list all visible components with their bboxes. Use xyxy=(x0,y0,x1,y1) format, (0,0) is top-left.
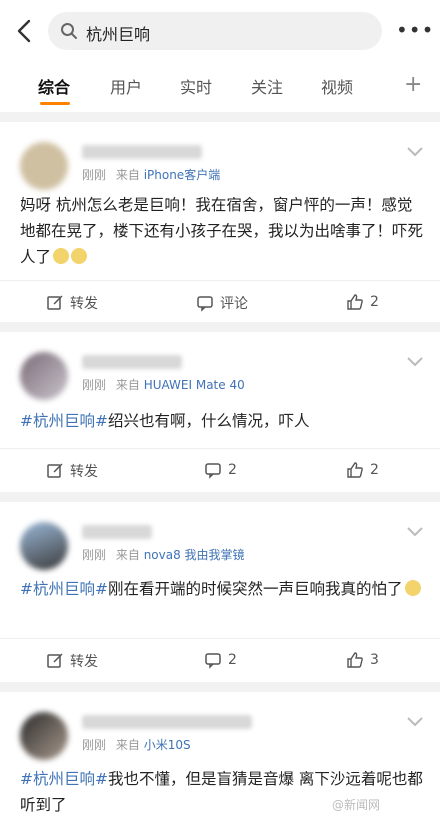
top-bar: 杭州巨响 ••• xyxy=(0,0,440,62)
username-blurred[interactable] xyxy=(82,715,252,729)
post-text: 妈呀 杭州怎么老是巨响！我在宿舍，窗户怦的一声！感觉地都在晃了，楼下还有小孩子在… xyxy=(20,196,424,266)
thumbs-up-icon xyxy=(347,294,363,310)
repost-icon xyxy=(47,463,63,478)
post-source[interactable]: iPhone客户端 xyxy=(144,168,221,182)
post-card[interactable]: 刚刚 来自 iPhone客户端 妈呀 杭州怎么老是巨响！我在宿舍，窗户怦的一声！… xyxy=(0,122,440,322)
like-button[interactable]: 2 xyxy=(346,293,379,311)
post-meta: 刚刚 来自 小米10S xyxy=(82,736,191,753)
post-from-label: 来自 xyxy=(115,168,140,182)
search-box[interactable]: 杭州巨响 xyxy=(48,12,382,50)
tab-realtime[interactable]: 实时 xyxy=(180,74,212,98)
post-from-label: 来自 xyxy=(115,548,140,562)
repost-button[interactable]: 转发 xyxy=(46,461,98,481)
post-source[interactable]: HUAWEI Mate 40 xyxy=(144,378,245,392)
comment-button[interactable]: 2 xyxy=(204,651,237,669)
comment-icon xyxy=(205,463,221,479)
like-button[interactable]: 2 xyxy=(346,461,379,479)
emoji-icon xyxy=(53,248,70,264)
watermark: @新闻网 xyxy=(332,798,381,812)
post-card[interactable]: 刚刚 来自 HUAWEI Mate 40 #杭州巨响#绍兴也有啊，什么情况，吓人… xyxy=(0,332,440,492)
post-actions: 转发 评论 2 xyxy=(0,280,440,324)
username-blurred[interactable] xyxy=(82,525,152,539)
emoji-icon xyxy=(404,580,421,596)
tab-video[interactable]: 视频 xyxy=(321,74,353,98)
chevron-down-icon[interactable] xyxy=(406,356,424,368)
comment-icon xyxy=(205,653,221,669)
post-time: 刚刚 xyxy=(82,168,107,182)
post-from-label: 来自 xyxy=(115,738,140,752)
post-meta: 刚刚 来自 nova8 我由我掌镜 xyxy=(82,546,245,563)
add-tab-icon[interactable]: + xyxy=(404,72,422,97)
username-blurred[interactable] xyxy=(82,145,202,159)
post-meta: 刚刚 来自 HUAWEI Mate 40 xyxy=(82,376,245,393)
thumbs-up-icon xyxy=(347,652,363,668)
back-arrow-icon[interactable] xyxy=(14,18,36,44)
tab-users[interactable]: 用户 xyxy=(110,74,142,98)
thumbs-up-icon xyxy=(347,462,363,478)
avatar[interactable] xyxy=(20,522,68,570)
tab-following[interactable]: 关注 xyxy=(251,74,283,98)
repost-icon xyxy=(47,295,63,310)
post-from-label: 来自 xyxy=(115,378,140,392)
active-tab-indicator xyxy=(40,102,70,105)
more-options-icon[interactable]: ••• xyxy=(396,20,433,40)
post-source[interactable]: nova8 我由我掌镜 xyxy=(144,548,245,562)
repost-button[interactable]: 转发 xyxy=(46,651,98,671)
post-source[interactable]: 小米10S xyxy=(144,738,191,752)
avatar[interactable] xyxy=(20,142,68,190)
hashtag-link[interactable]: #杭州巨响# xyxy=(20,412,108,430)
tab-bar: 综合 用户 实时 关注 视频 + xyxy=(0,62,440,112)
avatar[interactable] xyxy=(20,712,68,760)
search-query: 杭州巨响 xyxy=(86,25,151,44)
repost-button[interactable]: 转发 xyxy=(46,293,98,313)
tab-comprehensive[interactable]: 综合 xyxy=(38,74,70,98)
post-time: 刚刚 xyxy=(82,378,107,392)
post-meta: 刚刚 来自 iPhone客户端 xyxy=(82,166,220,183)
chevron-down-icon[interactable] xyxy=(406,716,424,728)
post-card[interactable]: 刚刚 来自 nova8 我由我掌镜 #杭州巨响#刚在看开端的时候突然一声巨响我真… xyxy=(0,502,440,682)
post-actions: 转发 2 2 xyxy=(0,448,440,492)
avatar[interactable] xyxy=(20,352,68,400)
comment-button[interactable]: 2 xyxy=(204,461,237,479)
username-blurred[interactable] xyxy=(82,355,182,369)
repost-icon xyxy=(47,653,63,668)
chevron-down-icon[interactable] xyxy=(406,526,424,538)
comment-button[interactable]: 评论 xyxy=(196,293,248,313)
search-icon xyxy=(61,23,77,39)
post-text: #杭州巨响#刚在看开端的时候突然一声巨响我真的怕了 xyxy=(20,576,424,602)
post-time: 刚刚 xyxy=(82,738,107,752)
post-time: 刚刚 xyxy=(82,548,107,562)
like-button[interactable]: 3 xyxy=(346,651,379,669)
hashtag-link[interactable]: #杭州巨响# xyxy=(20,580,108,598)
chevron-down-icon[interactable] xyxy=(406,146,424,158)
post-actions: 转发 2 3 xyxy=(0,638,440,682)
emoji-icon xyxy=(71,248,88,264)
post-text: #杭州巨响#绍兴也有啊，什么情况，吓人 xyxy=(20,412,310,430)
hashtag-link[interactable]: #杭州巨响# xyxy=(20,770,108,788)
comment-icon xyxy=(197,296,213,312)
